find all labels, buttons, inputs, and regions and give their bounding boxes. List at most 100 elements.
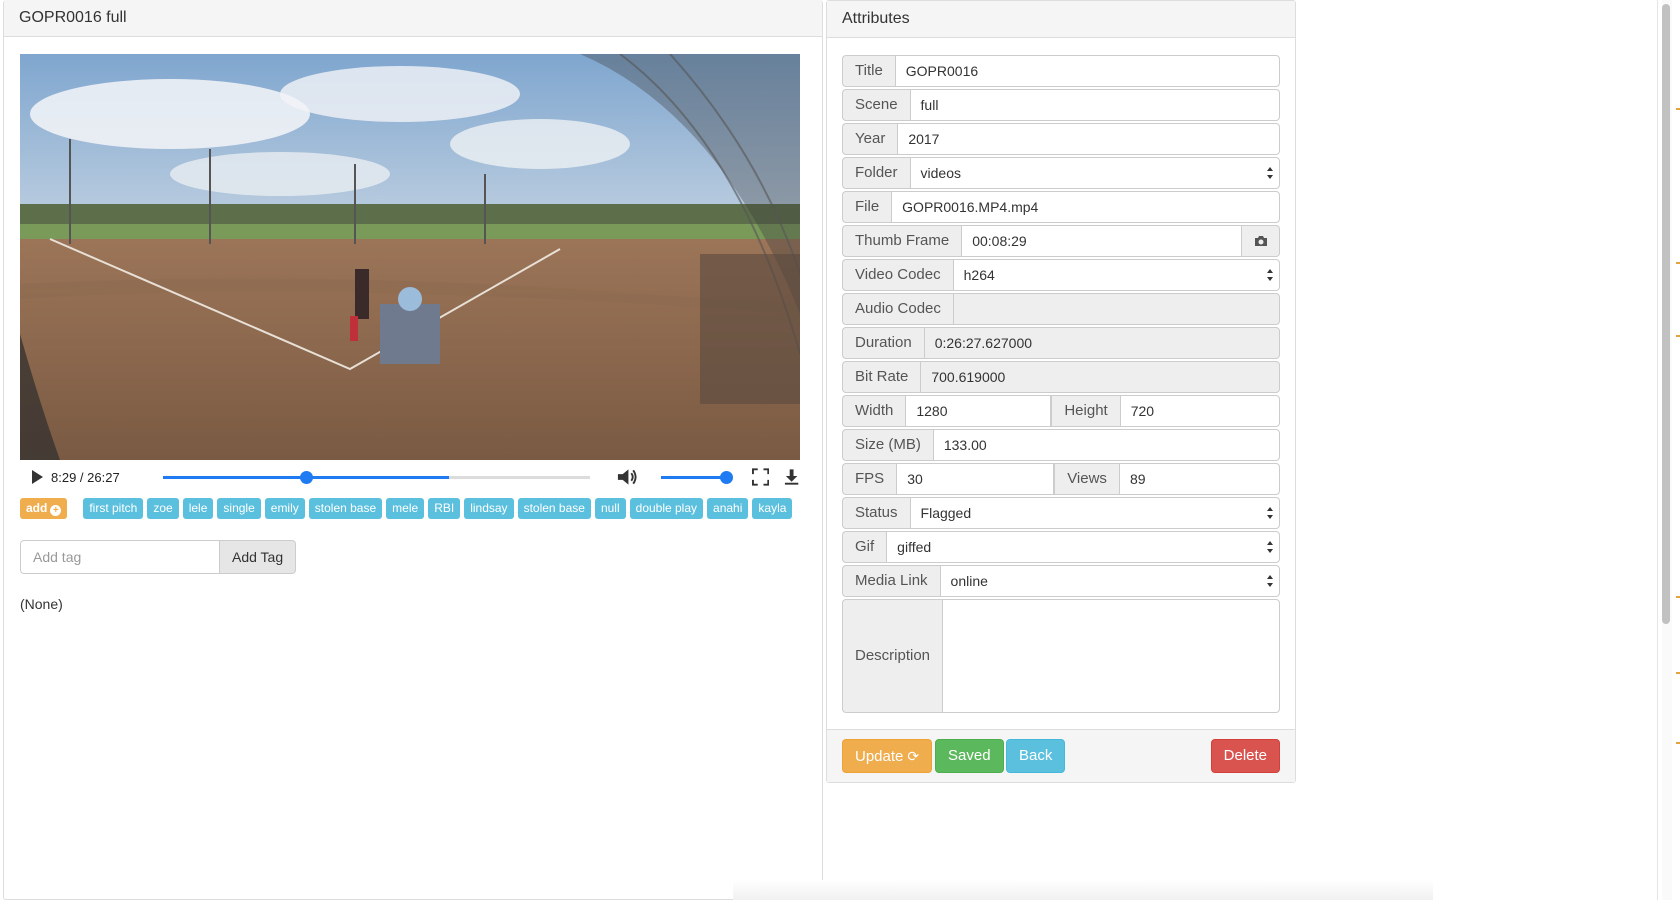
tag-label[interactable]: double play: [629, 498, 704, 519]
width-input[interactable]: 1280: [905, 395, 1052, 427]
add-tag-label[interactable]: add +: [20, 498, 68, 519]
update-label: Update: [855, 748, 904, 765]
tag-label[interactable]: kayla: [752, 498, 793, 519]
tag-label[interactable]: mele: [386, 498, 425, 519]
play-icon[interactable]: [32, 470, 43, 484]
camera-button[interactable]: [1242, 225, 1280, 257]
tag-label[interactable]: stolen base: [517, 498, 591, 519]
video-panel: GOPR0016 full 8:29 / 26:27 add + first p…: [3, 0, 823, 900]
video-frame[interactable]: [20, 54, 800, 460]
volume-handle[interactable]: [719, 470, 733, 484]
title-input[interactable]: GOPR0016: [894, 55, 1280, 87]
gif-row: Gif giffed: [842, 531, 1280, 563]
audio-codec-label: Audio Codec: [842, 293, 953, 325]
scroll-marker: [1676, 742, 1680, 744]
status-select[interactable]: Flagged: [909, 497, 1280, 529]
tag-label[interactable]: null: [594, 498, 626, 519]
video-title: GOPR0016 full: [4, 0, 822, 37]
status-row: Status Flagged: [842, 497, 1280, 529]
add-label-text: add: [26, 501, 48, 515]
duration-field: 0:26:27.627000: [923, 327, 1280, 359]
tag-label[interactable]: RBI: [428, 498, 461, 519]
year-input[interactable]: 2017: [897, 123, 1280, 155]
description-textarea[interactable]: [942, 599, 1280, 713]
width-label: Width: [842, 395, 906, 427]
folder-select[interactable]: videos: [909, 157, 1280, 189]
height-label: Height: [1051, 395, 1120, 427]
tag-label[interactable]: lindsay: [464, 498, 514, 519]
add-tag-input[interactable]: [20, 540, 220, 574]
update-button[interactable]: Update ⟳: [842, 739, 933, 773]
audio-codec-row: Audio Codec: [842, 293, 1280, 325]
fullscreen-icon[interactable]: [751, 468, 769, 486]
media-link-select[interactable]: online: [939, 565, 1280, 597]
folder-label: Folder: [842, 157, 910, 189]
attributes-heading: Attributes: [827, 1, 1295, 38]
attributes-footer: Update ⟳ Saved Back Delete: [827, 729, 1295, 782]
back-button[interactable]: Back: [1006, 739, 1066, 773]
tag-label[interactable]: single: [217, 498, 261, 519]
duration-row: Duration 0:26:27.627000: [842, 327, 1280, 359]
add-tag-form: Add Tag: [20, 540, 297, 574]
none-text: (None): [20, 596, 63, 612]
scroll-marker: [1676, 108, 1680, 110]
tag-label[interactable]: zoe: [147, 498, 179, 519]
tag-label[interactable]: lele: [182, 498, 214, 519]
gif-select[interactable]: giffed: [886, 531, 1280, 563]
audio-codec-field: [952, 293, 1280, 325]
scrollbar-thumb[interactable]: [1662, 4, 1670, 624]
title-row: Title GOPR0016: [842, 55, 1280, 87]
attributes-panel: Attributes Title GOPR0016 Scene full Yea…: [826, 0, 1296, 783]
video-codec-label: Video Codec: [842, 259, 953, 291]
video-controls: 8:29 / 26:27: [20, 462, 800, 492]
scroll-marker: [1676, 672, 1680, 674]
year-label: Year: [842, 123, 898, 155]
bitrate-field: 700.619000: [920, 361, 1280, 393]
tag-label[interactable]: stolen base: [308, 498, 383, 519]
fps-label: FPS: [842, 463, 897, 495]
progress-bar[interactable]: [163, 470, 590, 484]
video-codec-select[interactable]: h264: [952, 259, 1280, 291]
scroll-marker: [1676, 335, 1680, 337]
camera-icon: [1254, 236, 1267, 246]
refresh-icon: ⟳: [907, 748, 920, 764]
media-link-label: Media Link: [842, 565, 940, 597]
views-input[interactable]: 89: [1118, 463, 1280, 495]
fps-input[interactable]: 30: [896, 463, 1055, 495]
tag-list: add + first pitch zoe lele single emily stolen…: [20, 498, 820, 519]
thumb-frame-label: Thumb Frame: [842, 225, 962, 257]
file-input[interactable]: GOPR0016.MP4.mp4: [891, 191, 1280, 223]
file-row: File GOPR0016.MP4.mp4: [842, 191, 1280, 223]
bitrate-label: Bit Rate: [842, 361, 921, 393]
volume-slider[interactable]: [660, 470, 733, 484]
attributes-form: Title GOPR0016 Scene full Year 2017 Fold…: [842, 55, 1280, 715]
fps-row: FPS 30 Views 89: [842, 463, 1280, 495]
size-input[interactable]: 133.00: [932, 429, 1280, 461]
thumb-frame-input[interactable]: 00:08:29: [961, 225, 1242, 257]
tag-label[interactable]: emily: [264, 498, 305, 519]
tag-label[interactable]: first pitch: [83, 498, 144, 519]
height-input[interactable]: 720: [1119, 395, 1280, 427]
bottom-shade: [733, 880, 1433, 900]
scene-label: Scene: [842, 89, 910, 121]
download-icon[interactable]: [783, 468, 800, 486]
description-label: Description: [842, 599, 943, 713]
scroll-marker: [1676, 262, 1680, 264]
size-row: Size (MB) 133.00: [842, 429, 1280, 461]
status-label: Status: [842, 497, 910, 529]
views-label: Views: [1054, 463, 1119, 495]
volume-icon[interactable]: [616, 467, 639, 487]
delete-button[interactable]: Delete: [1210, 739, 1280, 773]
duration-label: Duration: [842, 327, 924, 359]
progress-handle[interactable]: [299, 470, 313, 484]
saved-button[interactable]: Saved: [935, 739, 1004, 773]
add-tag-button[interactable]: Add Tag: [220, 540, 297, 574]
year-row: Year 2017: [842, 123, 1280, 155]
title-label: Title: [842, 55, 895, 87]
video-codec-row: Video Codec h264: [842, 259, 1280, 291]
page-divider: [1657, 0, 1658, 900]
description-row: Description: [842, 599, 1280, 713]
tag-label[interactable]: anahi: [707, 498, 749, 519]
time-display: 8:29 / 26:27: [51, 469, 120, 485]
scene-input[interactable]: full: [909, 89, 1280, 121]
